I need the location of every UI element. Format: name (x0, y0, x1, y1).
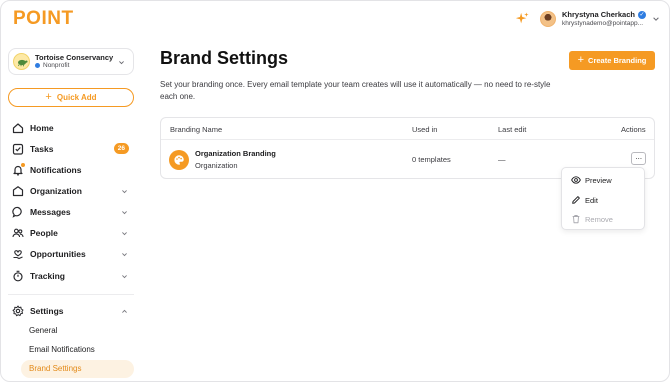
branding-scope: Organization (195, 161, 238, 170)
column-header-last-edit: Last edit (498, 125, 527, 134)
sidebar-item-opportunities[interactable]: Opportunities (12, 246, 134, 262)
column-header-name: Branding Name (170, 125, 223, 134)
last-edit-value: — (498, 155, 506, 164)
check-badge-icon: ✓ (637, 11, 646, 20)
chat-bubble-icon (12, 206, 22, 218)
sidebar-item-tasks[interactable]: Tasks 26 (12, 141, 134, 157)
page-description: Set your branding once. Every email temp… (160, 80, 551, 101)
tasks-count-badge: 26 (113, 143, 129, 154)
chevron-down-icon (122, 232, 127, 236)
sidebar-item-organization[interactable]: Organization (12, 183, 134, 199)
branding-name: Organization Branding (195, 149, 276, 158)
menu-item-label: Edit (585, 195, 598, 205)
user-email: khrystynademo@pointapp... (562, 19, 644, 27)
sidebar-item-label: Tasks (30, 144, 54, 154)
chevron-down-icon (122, 275, 127, 279)
create-branding-button[interactable]: + Create Branding (569, 51, 655, 70)
notification-dot (21, 163, 25, 167)
user-name: Khrystyna Cherkach (562, 9, 635, 19)
quick-add-button[interactable]: + Quick Add (8, 88, 134, 107)
stopwatch-icon (13, 270, 23, 282)
sidebar-item-label: Settings (30, 306, 64, 316)
used-in-value: 0 templates (412, 155, 451, 164)
chevron-down-icon (653, 17, 659, 21)
app-window: POINT Khrystyna Cherkach ✓ khrystynademo… (0, 0, 670, 382)
app-logo[interactable]: POINT (13, 8, 74, 30)
column-header-actions: Actions (621, 125, 646, 134)
sparkle-icon[interactable] (515, 12, 529, 26)
sidebar-item-label: Opportunities (30, 249, 86, 259)
create-branding-label: Create Branding (588, 56, 647, 65)
sidebar-subitem-email-notifications[interactable]: Email Notifications (29, 345, 95, 354)
sidebar-item-label: Messages (30, 207, 71, 217)
column-header-used-in: Used in (412, 125, 438, 134)
palette-icon (169, 150, 189, 170)
trash-icon (572, 215, 580, 224)
eye-icon (571, 176, 581, 184)
actions-menu: Preview Edit Remove (561, 167, 645, 230)
sidebar-item-label: Notifications (30, 165, 82, 175)
sidebar-item-label: People (30, 228, 58, 238)
menu-item-label: Remove (585, 214, 613, 224)
sidebar-item-home[interactable]: Home (12, 120, 134, 136)
quick-add-label: Quick Add (56, 93, 97, 102)
tortoise-icon (17, 59, 27, 66)
sidebar-item-label: Home (30, 123, 54, 133)
sidebar-item-label: Tracking (30, 271, 65, 281)
org-logo (13, 53, 30, 70)
sidebar-item-notifications[interactable]: Notifications (12, 162, 134, 178)
plus-icon: + (45, 91, 52, 103)
menu-item-remove: Remove (571, 213, 613, 225)
org-type: Nonprofit (43, 62, 70, 70)
plus-icon: + (577, 54, 585, 66)
organization-icon (12, 186, 24, 197)
sidebar-subitem-general[interactable]: General (29, 326, 57, 335)
org-name: Tortoise Conservancy (35, 53, 114, 63)
sidebar-item-settings[interactable]: Settings (12, 303, 134, 319)
chevron-up-icon (122, 309, 127, 313)
checklist-icon (12, 143, 24, 155)
menu-item-preview[interactable]: Preview (571, 174, 612, 186)
sidebar-item-label: Organization (30, 186, 82, 196)
people-icon (12, 228, 24, 238)
org-type-dot (35, 63, 40, 69)
menu-item-label: Preview (585, 175, 612, 185)
sidebar-subitem-brand-settings[interactable]: Brand Settings (29, 364, 81, 373)
avatar (540, 11, 556, 27)
home-icon (12, 123, 24, 134)
sidebar-item-messages[interactable]: Messages (12, 204, 134, 220)
more-actions-button[interactable]: ··· (631, 152, 646, 165)
chevron-down-icon (122, 190, 127, 194)
sidebar-item-people[interactable]: People (12, 225, 134, 241)
sidebar-divider (8, 294, 134, 295)
sidebar-item-tracking[interactable]: Tracking (12, 268, 134, 284)
pencil-icon (572, 196, 580, 204)
table-header: Branding Name Used in Last edit Actions (161, 118, 654, 140)
menu-item-edit[interactable]: Edit (571, 194, 598, 206)
org-switcher[interactable]: Tortoise Conservancy Nonprofit (8, 48, 134, 75)
chevron-down-icon (122, 253, 127, 257)
chevron-down-icon (122, 211, 127, 215)
user-menu[interactable]: Khrystyna Cherkach ✓ khrystynademo@point… (540, 8, 660, 30)
chevron-down-icon (119, 61, 124, 65)
page-title: Brand Settings (160, 48, 289, 68)
gear-icon (12, 305, 24, 317)
heart-hand-icon (13, 250, 23, 260)
